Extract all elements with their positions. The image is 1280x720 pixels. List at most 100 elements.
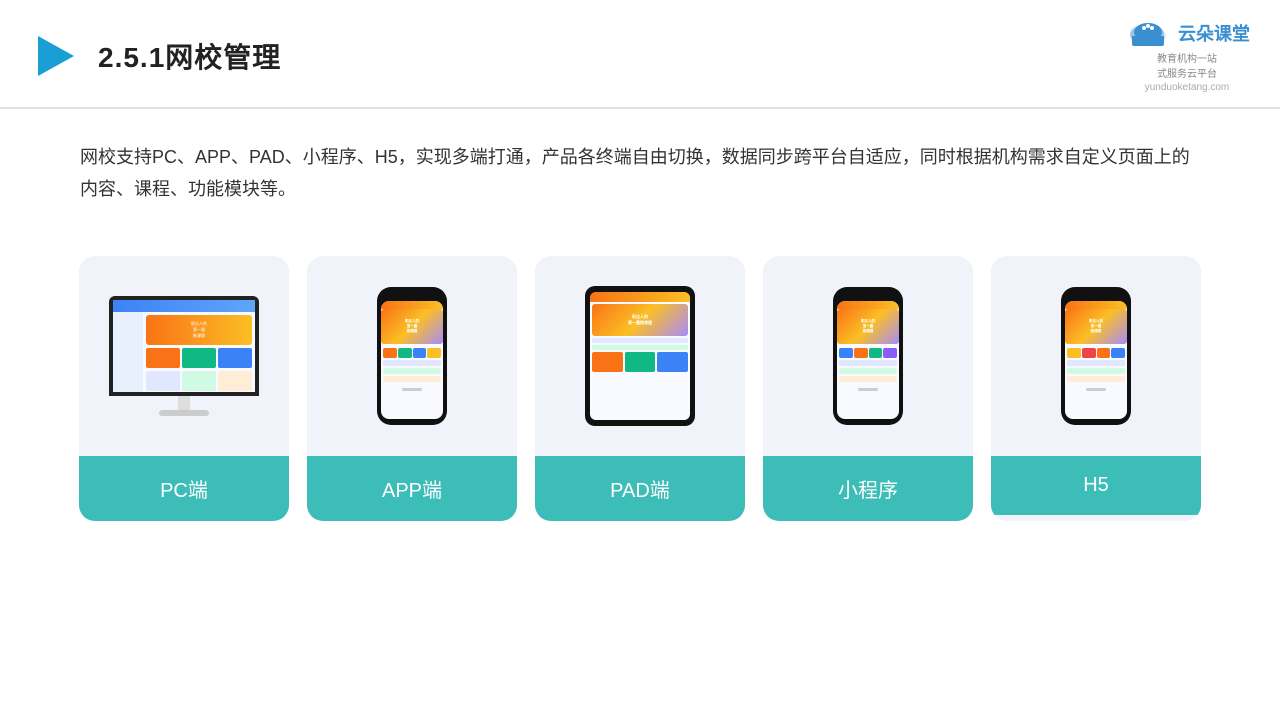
tablet-card-2: [625, 352, 656, 372]
card-app-image: 职达人的第一量推课理: [307, 256, 517, 456]
phone-grid-3: [413, 348, 427, 358]
tablet-row-1: [592, 338, 688, 343]
brand-url: yunduoketang.com: [1145, 82, 1230, 93]
phone-home-app: [402, 388, 422, 391]
monitor-frame: 职达人的第一量推课理: [109, 296, 259, 396]
phone-screen-app: 职达人的第一量推课理: [381, 301, 443, 419]
phone-bar-mini: [837, 301, 899, 309]
phone-grid-1: [383, 348, 397, 358]
phone-grid-h5: [1067, 348, 1125, 358]
tablet-device: 职达人的第一量推课理: [585, 286, 695, 426]
phone-grid-2: [398, 348, 412, 358]
phone-grid-h5-3: [1097, 348, 1111, 358]
screen-cards-2: [146, 371, 252, 391]
card-h5-label: H5: [991, 456, 1201, 515]
phone-grid-h5-2: [1082, 348, 1096, 358]
phone-device-h5: 职达人的第一量推课理: [1061, 287, 1131, 425]
phone-bar-h5: [1065, 301, 1127, 309]
phone-row-1: [383, 360, 441, 366]
phone-mini-row-3: [839, 376, 897, 382]
card-pc-label: PC端: [79, 456, 289, 521]
tablet-bar: [590, 292, 690, 302]
tablet-card-1: [592, 352, 623, 372]
phone-img-text-h5: 职达人的第一量推课理: [1087, 319, 1105, 334]
screen-card-3: [218, 348, 252, 368]
header-left: 2.5.1网校管理: [30, 30, 281, 82]
screen-card-1: [146, 348, 180, 368]
brand-section: 云朵课堂 教育机构一站 式服务云平台 yunduoketang.com: [1124, 18, 1250, 93]
phone-grid-4: [427, 348, 441, 358]
card-pad: 职达人的第一量推课理 PAD端: [535, 256, 745, 521]
phone-grid-h5-4: [1111, 348, 1125, 358]
description-section: 网校支持PC、APP、PAD、小程序、H5，实现多端打通，产品各终端自由切换，数…: [0, 109, 1280, 226]
phone-grid-mini: [839, 348, 897, 358]
phone-screen-mini: 职达人的第一量推课理: [837, 301, 899, 419]
card-pc-image: 职达人的第一量推课理: [79, 256, 289, 456]
phone-content-mini: [837, 346, 899, 386]
phone-notch-app: [401, 293, 423, 298]
card-h5: 职达人的第一量推课理: [991, 256, 1201, 521]
phone-bar-app: [381, 301, 443, 309]
phone-img-app: 职达人的第一量推课理: [381, 309, 443, 344]
description-text: 网校支持PC、APP、PAD、小程序、H5，实现多端打通，产品各终端自由切换，数…: [80, 141, 1200, 206]
screen-cards: [146, 348, 252, 368]
phone-img-text-mini: 职达人的第一量推课理: [859, 319, 877, 334]
screen-topbar: [113, 300, 255, 312]
monitor-base: [159, 410, 209, 416]
cloud-icon: [1124, 18, 1172, 48]
brand-slogan: 教育机构一站 式服务云平台: [1157, 50, 1217, 80]
phone-row-3: [383, 376, 441, 382]
screen-card-5: [182, 371, 216, 391]
tablet-card-3: [657, 352, 688, 372]
phone-img-h5: 职达人的第一量推课理: [1065, 309, 1127, 344]
card-app: 职达人的第一量推课理: [307, 256, 517, 521]
phone-mini-row-1: [839, 360, 897, 366]
phone-h5-row-3: [1067, 376, 1125, 382]
tablet-screen: 职达人的第一量推课理: [590, 292, 690, 420]
phone-grid-app: [383, 348, 441, 358]
phone-img-text-app: 职达人的第一量推课理: [403, 319, 421, 334]
phone-content-h5: [1065, 346, 1127, 386]
phone-notch-mini: [857, 293, 879, 298]
tablet-hero-text: 职达人的第一量推课理: [628, 314, 652, 326]
phone-grid-h5-1: [1067, 348, 1081, 358]
phone-grid-mini-4: [883, 348, 897, 358]
phone-home-mini: [858, 388, 878, 391]
screen-card-2: [182, 348, 216, 368]
tablet-hero: 职达人的第一量推课理: [592, 304, 688, 336]
card-h5-image: 职达人的第一量推课理: [991, 256, 1201, 456]
phone-img-mini: 职达人的第一量推课理: [837, 309, 899, 344]
tablet-card-list: [592, 352, 688, 372]
phone-screen-h5: 职达人的第一量推课理: [1065, 301, 1127, 419]
screen-card-4: [146, 371, 180, 391]
header: 2.5.1网校管理 云朵课堂 教育机构一站 式服务云平台: [0, 0, 1280, 109]
screen-sidebar: [113, 312, 143, 392]
tablet-row-2: [592, 345, 688, 350]
phone-h5-row-1: [1067, 360, 1125, 366]
platform-cards: 职达人的第一量推课理: [0, 226, 1280, 551]
phone-grid-mini-1: [839, 348, 853, 358]
card-pad-label: PAD端: [535, 456, 745, 521]
page-title: 2.5.1网校管理: [98, 36, 281, 76]
card-mini-image: 职达人的第一量推课理: [763, 256, 973, 456]
card-mini-program: 职达人的第一量推课理: [763, 256, 973, 521]
phone-row-2: [383, 368, 441, 374]
phone-device-mini: 职达人的第一量推课理: [833, 287, 903, 425]
phone-notch-h5: [1085, 293, 1107, 298]
card-mini-label: 小程序: [763, 456, 973, 521]
phone-grid-mini-2: [854, 348, 868, 358]
card-pc: 职达人的第一量推课理: [79, 256, 289, 521]
screen-content: 职达人的第一量推课理: [113, 300, 255, 392]
brand-logo: 云朵课堂: [1124, 18, 1250, 48]
brand-name: 云朵课堂: [1178, 20, 1250, 46]
screen-hero-text: 职达人的第一量推课理: [191, 321, 207, 339]
phone-mini-row-2: [839, 368, 897, 374]
logo-icon: [30, 30, 82, 82]
screen-card-6: [218, 371, 252, 391]
card-pad-image: 职达人的第一量推课理: [535, 256, 745, 456]
screen-hero: 职达人的第一量推课理: [146, 315, 252, 345]
phone-home-h5: [1086, 388, 1106, 391]
phone-grid-mini-3: [869, 348, 883, 358]
monitor-device: 职达人的第一量推课理: [109, 296, 259, 416]
card-app-label: APP端: [307, 456, 517, 521]
